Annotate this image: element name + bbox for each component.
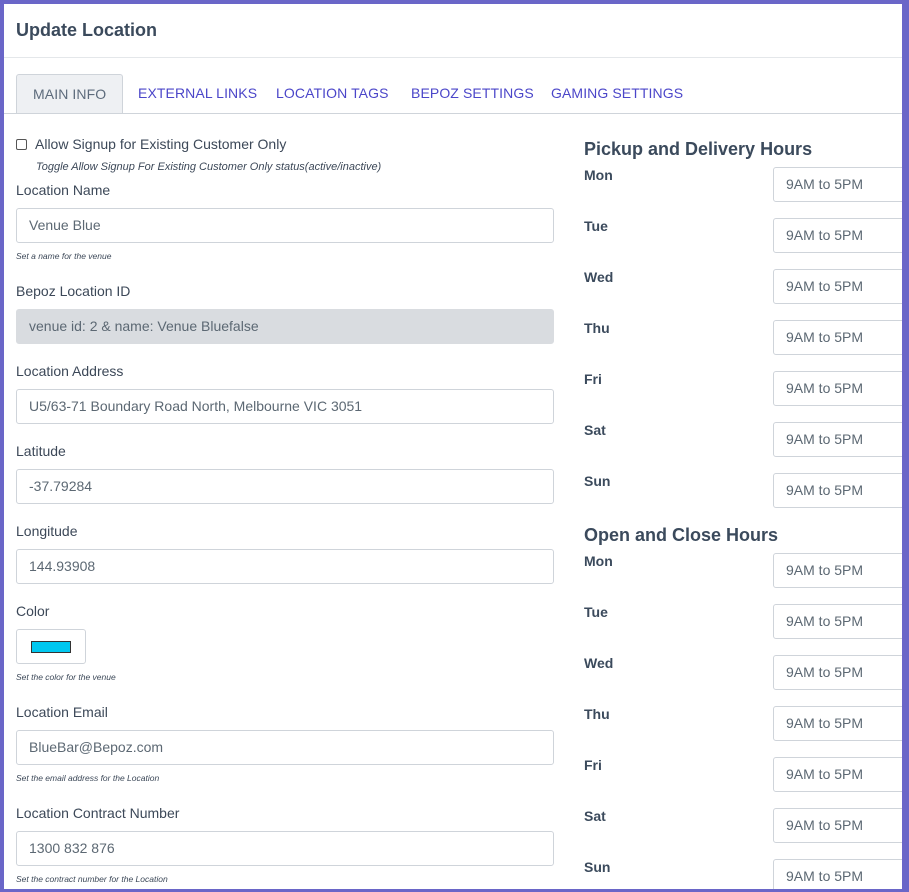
color-swatch: [31, 641, 71, 653]
location-email-label: Location Email: [16, 704, 108, 720]
latitude-input[interactable]: -37.79284: [16, 469, 554, 504]
tab-main-info[interactable]: MAIN INFO: [16, 74, 124, 113]
tab-gaming-settings[interactable]: GAMING SETTINGS: [535, 74, 699, 112]
location-name-label: Location Name: [16, 182, 111, 198]
open-hours-mon[interactable]: 9AM to 5PM: [773, 553, 902, 588]
color-picker[interactable]: [16, 629, 86, 664]
tab-bar: MAIN INFO EXTERNAL LINKS LOCATION TAGS B…: [4, 58, 902, 114]
bepoz-location-id-label: Bepoz Location ID: [16, 283, 131, 299]
color-label: Color: [16, 603, 50, 619]
open-day-sun: Sun: [584, 859, 611, 875]
pickup-day-fri: Fri: [584, 371, 602, 387]
open-day-mon: Mon: [584, 553, 613, 569]
pickup-hours-sun[interactable]: 9AM to 5PM: [773, 473, 902, 508]
page-header: Update Location: [4, 4, 902, 58]
longitude-input[interactable]: 144.93908: [16, 549, 554, 584]
open-close-title: Open and Close Hours: [584, 525, 779, 545]
allow-signup-row: Allow Signup for Existing Customer Only: [16, 136, 286, 152]
contract-number-input[interactable]: 1300 832 876: [16, 831, 554, 866]
location-address-input[interactable]: U5/63-71 Boundary Road North, Melbourne …: [16, 389, 554, 424]
location-name-help: Set a name for the venue: [16, 251, 112, 261]
open-hours-tue[interactable]: 9AM to 5PM: [773, 604, 902, 639]
color-help: Set the color for the venue: [16, 672, 116, 682]
bepoz-location-id-input: venue id: 2 & name: Venue Bluefalse: [16, 309, 554, 344]
pickup-hours-thu[interactable]: 9AM to 5PM: [773, 320, 902, 355]
pickup-day-mon: Mon: [584, 167, 613, 183]
latitude-label: Latitude: [16, 443, 66, 459]
pickup-day-sun: Sun: [584, 473, 611, 489]
open-day-wed: Wed: [584, 655, 614, 671]
open-hours-fri[interactable]: 9AM to 5PM: [773, 757, 902, 792]
open-hours-wed[interactable]: 9AM to 5PM: [773, 655, 902, 690]
allow-signup-checkbox[interactable]: [16, 138, 27, 150]
longitude-label: Longitude: [16, 523, 78, 539]
pickup-hours-tue[interactable]: 9AM to 5PM: [773, 218, 902, 253]
pickup-day-tue: Tue: [584, 218, 608, 234]
location-name-input[interactable]: Venue Blue: [16, 208, 554, 243]
pickup-day-thu: Thu: [584, 320, 610, 336]
open-day-sat: Sat: [584, 808, 606, 824]
pickup-day-sat: Sat: [584, 422, 606, 438]
tab-external-links[interactable]: EXTERNAL LINKS: [122, 74, 273, 112]
open-day-tue: Tue: [584, 604, 608, 620]
location-email-input[interactable]: BlueBar@Bepoz.com: [16, 730, 554, 765]
pickup-hours-fri[interactable]: 9AM to 5PM: [773, 371, 902, 406]
update-location-window: Update Location MAIN INFO EXTERNAL LINKS…: [4, 4, 902, 889]
pickup-delivery-title: Pickup and Delivery Hours: [584, 139, 813, 159]
pickup-hours-mon[interactable]: 9AM to 5PM: [773, 167, 902, 202]
pickup-hours-sat[interactable]: 9AM to 5PM: [773, 422, 902, 457]
allow-signup-help: Toggle Allow Signup For Existing Custome…: [36, 161, 382, 173]
tab-location-tags[interactable]: LOCATION TAGS: [260, 74, 405, 112]
pickup-hours-wed[interactable]: 9AM to 5PM: [773, 269, 902, 304]
tab-bepoz-settings[interactable]: BEPOZ SETTINGS: [395, 74, 550, 112]
allow-signup-label: Allow Signup for Existing Customer Only: [35, 136, 287, 152]
contract-number-help: Set the contract number for the Location: [16, 874, 168, 884]
open-day-fri: Fri: [584, 757, 602, 773]
location-email-help: Set the email address for the Location: [16, 773, 160, 783]
open-hours-sat[interactable]: 9AM to 5PM: [773, 808, 902, 843]
open-day-thu: Thu: [584, 706, 610, 722]
contract-number-label: Location Contract Number: [16, 805, 180, 821]
page-title: Update Location: [16, 20, 158, 40]
open-hours-thu[interactable]: 9AM to 5PM: [773, 706, 902, 741]
open-hours-sun[interactable]: 9AM to 5PM: [773, 859, 902, 889]
pickup-day-wed: Wed: [584, 269, 614, 285]
location-address-label: Location Address: [16, 363, 124, 379]
